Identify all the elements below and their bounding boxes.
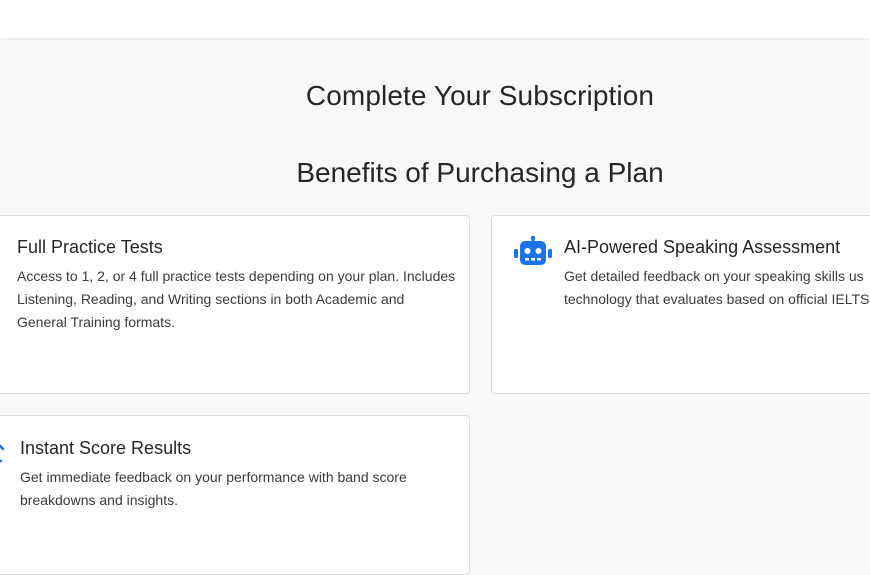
benefit-description-line: technology that evaluates based on offic… (564, 291, 870, 307)
benefit-card-instant-score: Instant Score Results Get immediate feed… (0, 415, 470, 575)
benefit-description: Get immediate feedback on your performan… (20, 469, 407, 508)
benefit-title: AI-Powered Speaking Assessment (564, 237, 841, 257)
benefit-description-line: Get detailed feedback on your speaking s… (564, 268, 864, 284)
benefits-section-title: Benefits of Purchasing a Plan (296, 157, 664, 188)
robot-icon (514, 236, 552, 265)
benefit-title: Full Practice Tests (17, 237, 163, 257)
page-title: Complete Your Subscription (305, 80, 655, 111)
top-header-bar (0, 0, 870, 38)
chart-icon (0, 444, 5, 463)
benefit-description: Access to 1, 2, or 4 full practice tests… (17, 268, 456, 330)
document-icon (0, 236, 3, 264)
benefit-card-full-practice-tests: Full Practice Tests Access to 1, 2, or 4… (0, 215, 470, 394)
benefit-title: Instant Score Results (20, 438, 192, 458)
benefit-description: Get detailed feedback on your speaking s… (564, 265, 870, 311)
benefit-card-ai-speaking: AI-Powered Speaking Assessment Get detai… (491, 215, 870, 394)
